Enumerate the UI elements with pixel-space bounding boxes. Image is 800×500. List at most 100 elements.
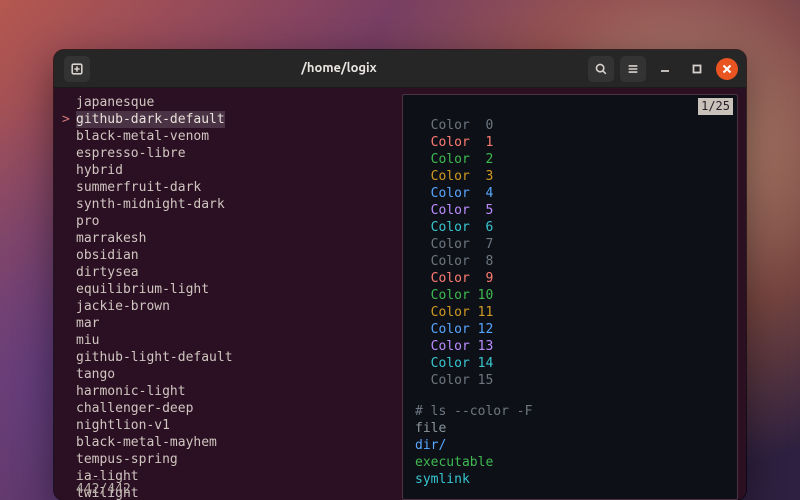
- theme-row[interactable]: synth-midnight-dark: [62, 196, 396, 213]
- theme-row[interactable]: tango: [62, 366, 396, 383]
- theme-row[interactable]: jackie-brown: [62, 298, 396, 315]
- pointer-icon: [62, 264, 76, 281]
- color-row: Color 15: [415, 372, 725, 389]
- preview-counter-badge: 1/25: [698, 98, 733, 115]
- pointer-icon: [62, 281, 76, 298]
- color-row: Color 2: [415, 151, 725, 168]
- pointer-icon: [62, 400, 76, 417]
- color-row: Color 0: [415, 117, 725, 134]
- color-row: Color 10: [415, 287, 725, 304]
- color-row: Color 11: [415, 304, 725, 321]
- theme-name: harmonic-light: [76, 383, 186, 400]
- pointer-icon: [62, 468, 76, 485]
- titlebar: /home/logix: [54, 50, 746, 88]
- color-row: Color 6: [415, 219, 725, 236]
- menu-button[interactable]: [620, 56, 646, 82]
- pointer-icon: >: [62, 111, 76, 128]
- terminal-window: /home/logix japanesque> github-dark-defa…: [54, 50, 746, 500]
- ls-header: # ls --color -F: [415, 403, 725, 420]
- maximize-button[interactable]: [684, 56, 710, 82]
- preview-pane: 1/25 Color 0 Color 1 Color 2 Color 3 Col…: [402, 94, 738, 500]
- theme-row[interactable]: marrakesh: [62, 230, 396, 247]
- theme-row[interactable]: equilibrium-light: [62, 281, 396, 298]
- window-title: /home/logix: [98, 62, 580, 75]
- color-row: Color 8: [415, 253, 725, 270]
- theme-name: tempus-spring: [76, 451, 178, 468]
- theme-name: challenger-deep: [76, 400, 193, 417]
- pointer-icon: [62, 179, 76, 196]
- new-tab-button[interactable]: [64, 56, 90, 82]
- theme-name: japanesque: [76, 94, 154, 111]
- theme-name: hybrid: [76, 162, 123, 179]
- color-row: Color 9: [415, 270, 725, 287]
- theme-row[interactable]: japanesque: [62, 94, 396, 111]
- ls-item: dir/: [415, 437, 725, 454]
- color-row: Color 3: [415, 168, 725, 185]
- theme-name: espresso-libre: [76, 145, 186, 162]
- pointer-icon: [62, 298, 76, 315]
- pointer-icon: [62, 332, 76, 349]
- theme-name: github-light-default: [76, 349, 233, 366]
- color-row: Color 12: [415, 321, 725, 338]
- theme-name: tango: [76, 366, 115, 383]
- pointer-icon: [62, 247, 76, 264]
- color-row: Color 5: [415, 202, 725, 219]
- ls-item: file: [415, 420, 725, 437]
- match-counter: 442/442: [76, 479, 131, 498]
- pointer-icon: [62, 434, 76, 451]
- color-row: Color 1: [415, 134, 725, 151]
- theme-name: marrakesh: [76, 230, 146, 247]
- theme-row[interactable]: nightlion-v1: [62, 417, 396, 434]
- theme-name: black-metal-venom: [76, 128, 209, 145]
- color-swatch-list: Color 0 Color 1 Color 2 Color 3 Color 4 …: [415, 117, 725, 389]
- theme-name: black-metal-mayhem: [76, 434, 217, 451]
- theme-row[interactable]: mar: [62, 315, 396, 332]
- theme-row[interactable]: summerfruit-dark: [62, 179, 396, 196]
- color-row: Color 7: [415, 236, 725, 253]
- pointer-icon: [62, 213, 76, 230]
- theme-row[interactable]: dirtysea: [62, 264, 396, 281]
- theme-name: equilibrium-light: [76, 281, 209, 298]
- theme-name: summerfruit-dark: [76, 179, 201, 196]
- theme-row[interactable]: github-light-default: [62, 349, 396, 366]
- ls-item: executable: [415, 454, 725, 471]
- theme-list-pane[interactable]: japanesque> github-dark-default black-me…: [54, 88, 396, 500]
- theme-row[interactable]: black-metal-venom: [62, 128, 396, 145]
- theme-name: github-dark-default: [76, 111, 225, 128]
- terminal-body: japanesque> github-dark-default black-me…: [54, 88, 746, 500]
- pointer-icon: [62, 145, 76, 162]
- theme-row[interactable]: pro: [62, 213, 396, 230]
- pointer-icon: [62, 196, 76, 213]
- pointer-icon: [62, 94, 76, 111]
- theme-row[interactable]: hybrid: [62, 162, 396, 179]
- color-row: Color 4: [415, 185, 725, 202]
- theme-row[interactable]: obsidian: [62, 247, 396, 264]
- theme-row[interactable]: espresso-libre: [62, 145, 396, 162]
- pointer-icon: [62, 349, 76, 366]
- theme-name: obsidian: [76, 247, 139, 264]
- theme-row[interactable]: tempus-spring: [62, 451, 396, 468]
- pointer-icon: [62, 451, 76, 468]
- theme-name: nightlion-v1: [76, 417, 170, 434]
- theme-row[interactable]: miu: [62, 332, 396, 349]
- color-row: Color 13: [415, 338, 725, 355]
- pointer-icon: [62, 366, 76, 383]
- theme-name: dirtysea: [76, 264, 139, 281]
- color-row: Color 14: [415, 355, 725, 372]
- theme-name: pro: [76, 213, 99, 230]
- pointer-icon: [62, 417, 76, 434]
- minimize-button[interactable]: [652, 56, 678, 82]
- theme-name: jackie-brown: [76, 298, 170, 315]
- theme-name: synth-midnight-dark: [76, 196, 225, 213]
- pointer-icon: [62, 128, 76, 145]
- pointer-icon: [62, 230, 76, 247]
- theme-row[interactable]: black-metal-mayhem: [62, 434, 396, 451]
- theme-row[interactable]: harmonic-light: [62, 383, 396, 400]
- theme-row[interactable]: challenger-deep: [62, 400, 396, 417]
- search-button[interactable]: [588, 56, 614, 82]
- theme-row[interactable]: > github-dark-default: [62, 111, 396, 128]
- ls-preview-block: # ls --color -F file dir/ executable sym…: [415, 403, 725, 488]
- pointer-icon: [62, 485, 76, 500]
- close-button[interactable]: [716, 58, 738, 80]
- ls-item: symlink: [415, 471, 725, 488]
